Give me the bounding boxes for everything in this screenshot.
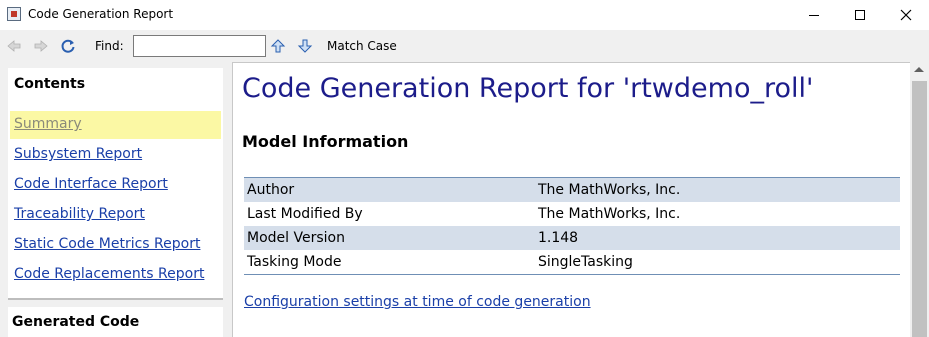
row-key: Author (247, 182, 295, 198)
vertical-scrollbar[interactable] (910, 62, 929, 337)
row-key: Last Modified By (247, 206, 363, 222)
table-row: Author The MathWorks, Inc. (244, 178, 900, 202)
sidebar-item-traceability-report[interactable]: Traceability Report (14, 206, 145, 222)
app-icon (7, 7, 21, 21)
page-title: Code Generation Report for 'rtwdemo_roll… (242, 73, 814, 104)
configuration-settings-link[interactable]: Configuration settings at time of code g… (244, 294, 591, 310)
find-label: Find: (95, 39, 124, 53)
model-information-table: Author The MathWorks, Inc. Last Modified… (244, 177, 900, 275)
table-row: Last Modified By The MathWorks, Inc. (244, 202, 900, 226)
table-row: Model Version 1.148 (244, 226, 900, 250)
sidebar-item-subsystem-report[interactable]: Subsystem Report (14, 146, 142, 162)
sidebar-item-code-replacements-report[interactable]: Code Replacements Report (14, 266, 204, 282)
row-value: The MathWorks, Inc. (538, 182, 681, 198)
close-icon (900, 9, 912, 21)
match-case-toggle[interactable]: Match Case (327, 39, 397, 53)
contents-heading: Contents (14, 76, 86, 92)
find-next-icon[interactable] (297, 38, 313, 54)
back-arrow-icon[interactable] (6, 38, 22, 54)
scroll-up-icon[interactable] (914, 67, 924, 72)
generated-code-heading: Generated Code (12, 314, 140, 330)
toolbar: Find: Match Case (0, 30, 929, 61)
model-information-heading: Model Information (242, 132, 409, 151)
maximize-button[interactable] (837, 0, 883, 30)
row-key: Tasking Mode (247, 254, 342, 270)
sidebar-separator (8, 300, 223, 307)
row-value: 1.148 (538, 230, 579, 246)
sidebar-item-summary[interactable]: Summary (14, 116, 82, 132)
report-content: Code Generation Report for 'rtwdemo_roll… (232, 62, 929, 337)
find-input[interactable] (133, 35, 266, 57)
close-button[interactable] (883, 0, 929, 30)
refresh-icon[interactable] (60, 38, 76, 54)
sidebar-item-code-interface-report[interactable]: Code Interface Report (14, 176, 168, 192)
row-value: The MathWorks, Inc. (538, 206, 681, 222)
title-bar: Code Generation Report (0, 0, 929, 30)
minimize-icon (809, 14, 819, 16)
row-value: SingleTasking (538, 254, 633, 270)
minimize-button[interactable] (791, 0, 837, 30)
maximize-icon (855, 10, 865, 20)
window-title: Code Generation Report (28, 7, 174, 21)
find-previous-icon[interactable] (270, 38, 286, 54)
contents-sidebar: Contents Summary Subsystem Report Code I… (8, 68, 223, 337)
table-row: Tasking Mode SingleTasking (244, 250, 900, 274)
forward-arrow-icon[interactable] (33, 38, 49, 54)
sidebar-item-static-code-metrics-report[interactable]: Static Code Metrics Report (14, 236, 200, 252)
scroll-thumb[interactable] (912, 81, 927, 337)
row-key: Model Version (247, 230, 345, 246)
